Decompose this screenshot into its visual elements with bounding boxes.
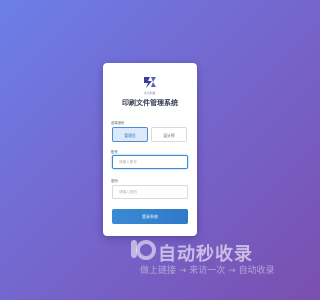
logo-caption: 屹岩科技 [144, 92, 156, 95]
role-label: 选择身份 [111, 121, 125, 125]
page-title: 印刷文件管理系统 [122, 99, 178, 107]
password-input[interactable]: 请输入密码 [112, 185, 188, 199]
watermark-logo-icon [131, 240, 156, 260]
password-label: 密码 [111, 179, 118, 183]
watermark: 自动秒收录 做上链接 → 来访一次 → 自动收录 [128, 238, 300, 278]
watermark-tagline: 做上链接 → 来访一次 → 自动收录 [140, 266, 275, 276]
role-admin-button[interactable]: 管理员 [112, 127, 148, 142]
role-designer-button[interactable]: 设计师 [151, 127, 187, 142]
account-input[interactable]: 请输入账号 [112, 155, 188, 169]
login-button[interactable]: 登录系统 [112, 209, 188, 224]
account-label: 账号 [111, 150, 118, 154]
company-logo-icon [144, 77, 156, 88]
login-card: 屹岩科技 印刷文件管理系统 选择身份 管理员 设计师 账号 请输入账号 密码 请… [103, 63, 197, 236]
